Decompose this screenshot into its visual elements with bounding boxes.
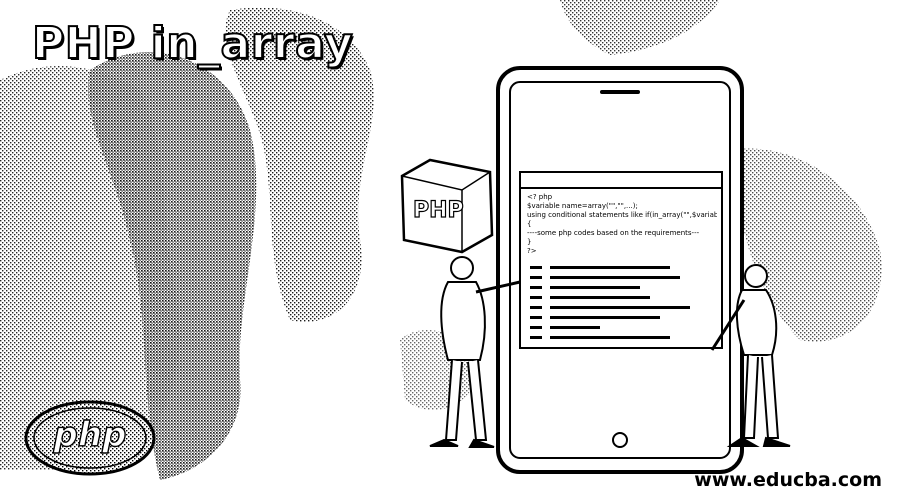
code-snippet: <? php $variable name=array("","",...); … [527, 193, 717, 256]
code-line: ?> [527, 247, 537, 255]
code-line: { [527, 220, 532, 228]
code-line: <? php [527, 193, 553, 201]
code-line: $variable name=array("","",...); [527, 202, 638, 210]
site-watermark: www.educba.com [694, 469, 882, 491]
code-line: ----some php codes based on the requirem… [527, 229, 700, 237]
php-badge-label: PHP [412, 198, 464, 223]
code-line: } [527, 238, 532, 246]
page-title: PHP in_array [31, 18, 354, 69]
code-line: using conditional statements like if(in_… [527, 211, 717, 219]
php-logo-label: php [53, 415, 127, 455]
